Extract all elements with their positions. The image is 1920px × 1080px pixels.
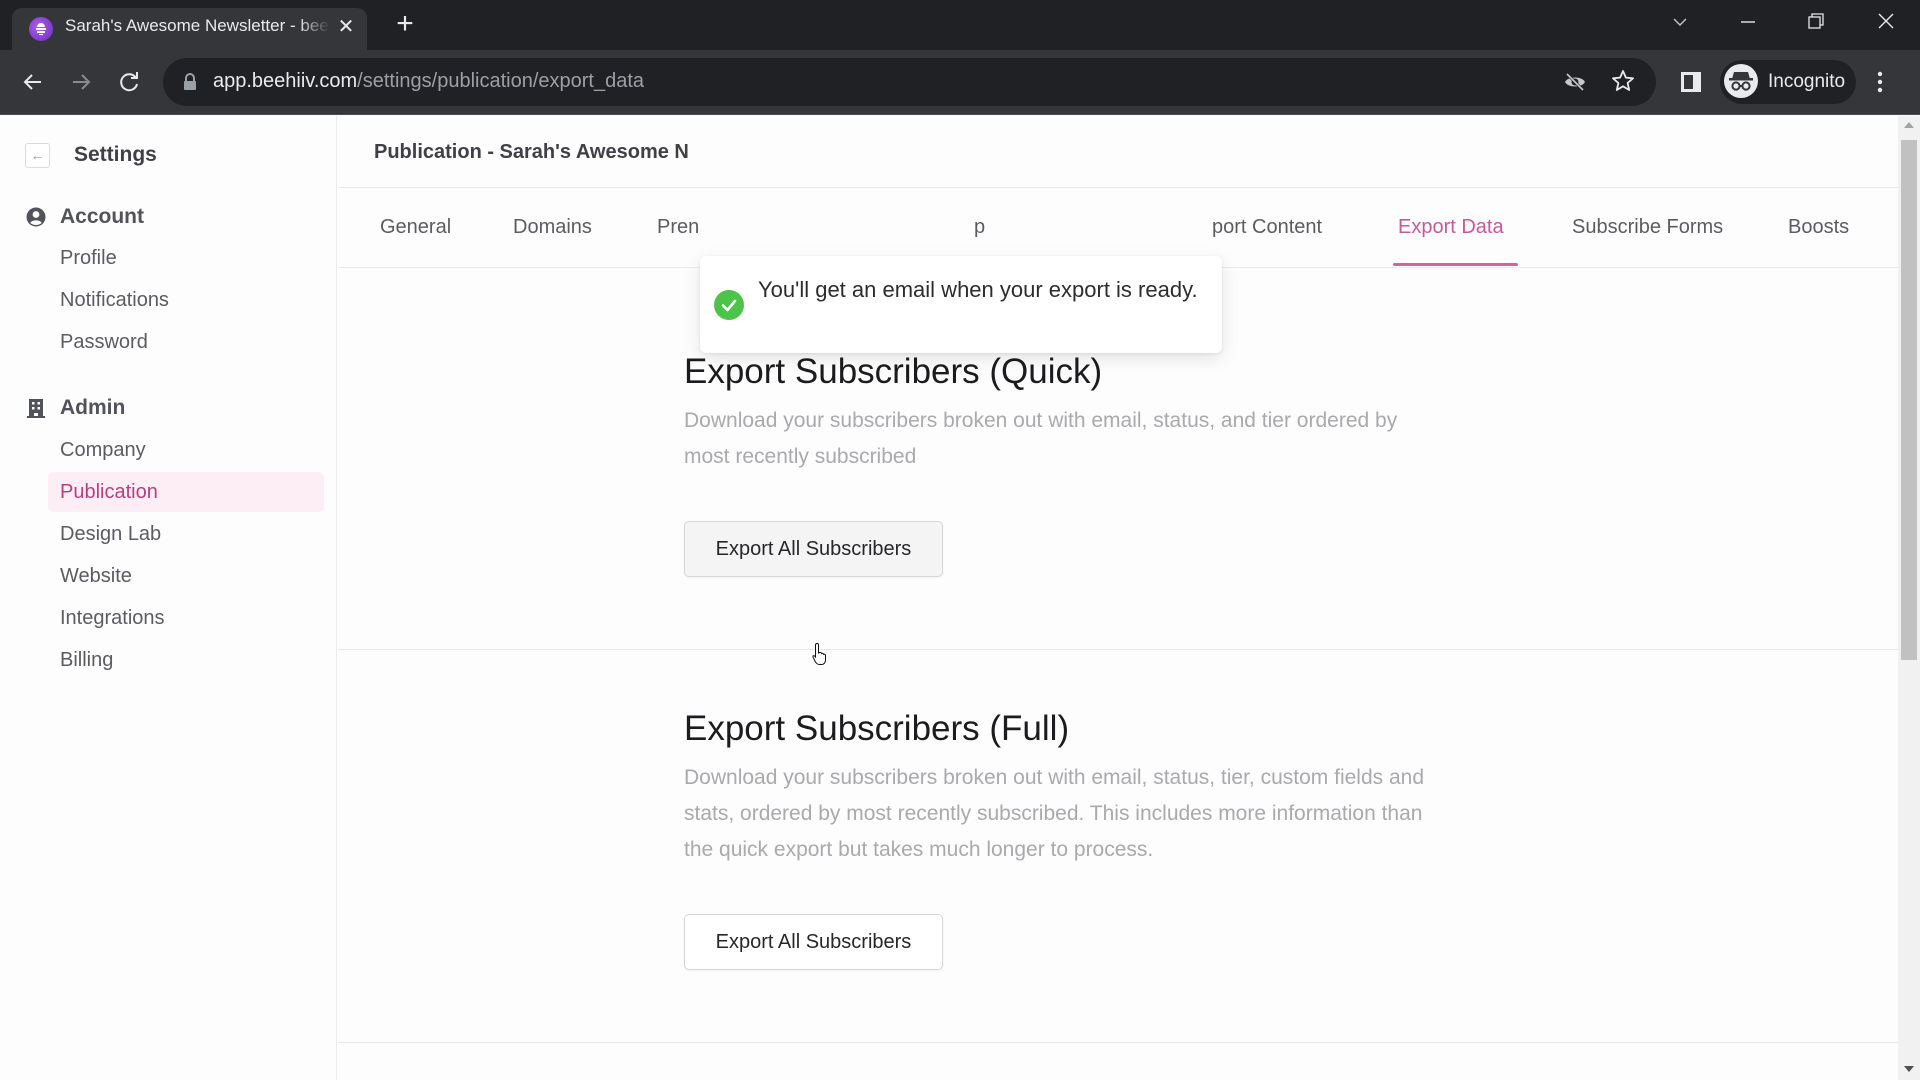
section-divider xyxy=(338,649,1898,650)
tab-general[interactable]: General xyxy=(380,216,451,239)
publication-header: Publication - Sarah's Awesome N xyxy=(338,116,1898,188)
sidebar-group-label: Admin xyxy=(60,396,126,419)
minimize-icon[interactable] xyxy=(1728,8,1768,38)
sidebar-item-design-lab[interactable]: Design Lab xyxy=(48,514,324,554)
tab-subscribe-forms[interactable]: Subscribe Forms xyxy=(1572,216,1723,239)
page-scrollbar[interactable] xyxy=(1898,116,1920,1080)
url-path: /settings/publication/export_data xyxy=(357,70,645,92)
tab-import-content[interactable]: port Content xyxy=(1212,216,1322,239)
settings-sidebar: ← Settings Account Profile Notifications… xyxy=(0,116,337,1080)
url-domain: app.beehiiv.com xyxy=(213,70,358,92)
forward-icon[interactable] xyxy=(63,64,99,100)
scrollbar-thumb[interactable] xyxy=(1901,140,1917,660)
section-description-full: Download your subscribers broken out wit… xyxy=(684,766,1425,861)
section-description-quick: Download your subscribers broken out wit… xyxy=(684,409,1398,468)
new-tab-button[interactable]: + xyxy=(390,9,420,40)
browser-tab-strip: Sarah's Awesome Newsletter - beehiiv ✕ + xyxy=(0,0,1920,50)
restore-icon[interactable] xyxy=(1796,8,1836,38)
url-text[interactable]: app.beehiiv.com/settings/publication/exp… xyxy=(213,70,644,93)
check-circle-icon xyxy=(714,290,744,320)
sidebar-item-website[interactable]: Website xyxy=(48,556,324,596)
eye-off-icon[interactable] xyxy=(1563,70,1587,99)
incognito-profile-button[interactable]: Incognito xyxy=(1720,60,1856,104)
export-all-subscribers-quick-button[interactable]: Export All Subscribers xyxy=(684,521,943,577)
sidebar-item-company[interactable]: Company xyxy=(48,430,324,470)
back-arrow-button[interactable]: ← xyxy=(25,143,50,168)
tab-premium[interactable]: Pren xyxy=(657,216,699,239)
section-title-quick: Export Subscribers (Quick) xyxy=(684,352,1103,391)
incognito-label: Incognito xyxy=(1768,71,1846,92)
tab-export-data[interactable]: Export Data xyxy=(1398,216,1504,239)
tab-boosts[interactable]: Boosts xyxy=(1788,216,1849,239)
sidebar-item-integrations[interactable]: Integrations xyxy=(48,598,324,638)
hand-pointer-cursor-icon xyxy=(812,642,830,671)
tab-close-icon[interactable]: ✕ xyxy=(334,15,358,39)
section-title-full: Export Subscribers (Full) xyxy=(684,709,1070,748)
scroll-down-arrow-icon[interactable] xyxy=(1904,1066,1914,1072)
address-bar[interactable]: app.beehiiv.com/settings/publication/exp… xyxy=(163,58,1656,106)
user-circle-icon xyxy=(26,207,46,233)
active-tab-indicator xyxy=(1393,263,1518,266)
sidebar-item-publication[interactable]: Publication xyxy=(48,472,324,512)
back-icon[interactable] xyxy=(15,64,51,100)
sidebar-item-profile[interactable]: Profile xyxy=(48,238,324,278)
incognito-icon xyxy=(1724,64,1758,98)
browser-menu-icon[interactable] xyxy=(1875,70,1885,99)
arrow-left-icon: ← xyxy=(30,147,45,163)
section-divider xyxy=(338,1042,1898,1043)
tab-title: Sarah's Awesome Newsletter - beehiiv xyxy=(65,16,330,35)
window-close-icon[interactable] xyxy=(1866,8,1906,38)
browser-tab[interactable]: Sarah's Awesome Newsletter - beehiiv ✕ xyxy=(12,8,367,50)
tab-domains[interactable]: Domains xyxy=(513,216,592,239)
beehiiv-favicon-icon xyxy=(29,17,53,41)
sidebar-item-password[interactable]: Password xyxy=(48,322,324,362)
scroll-up-arrow-icon[interactable] xyxy=(1904,122,1914,128)
building-icon xyxy=(26,398,46,424)
bookmark-star-icon[interactable] xyxy=(1611,69,1635,98)
sidebar-item-notifications[interactable]: Notifications xyxy=(48,280,324,320)
toast-notification: You'll get an email when your export is … xyxy=(700,256,1222,353)
settings-title: Settings xyxy=(74,143,157,166)
page-content: ← Settings Account Profile Notifications… xyxy=(0,116,1920,1080)
browser-toolbar: app.beehiiv.com/settings/publication/exp… xyxy=(0,50,1920,115)
side-panel-icon[interactable] xyxy=(1680,70,1702,99)
sidebar-item-billing[interactable]: Billing xyxy=(48,640,324,680)
export-all-subscribers-full-button[interactable]: Export All Subscribers xyxy=(684,914,943,970)
sidebar-group-label: Account xyxy=(60,205,144,228)
lock-icon[interactable] xyxy=(183,73,197,96)
reload-icon[interactable] xyxy=(111,64,147,100)
tab-search-icon[interactable] xyxy=(1660,8,1700,38)
tab-hidden[interactable]: p xyxy=(974,216,985,239)
page-title: Publication - Sarah's Awesome N xyxy=(374,141,689,163)
toast-message: You'll get an email when your export is … xyxy=(758,277,1198,302)
